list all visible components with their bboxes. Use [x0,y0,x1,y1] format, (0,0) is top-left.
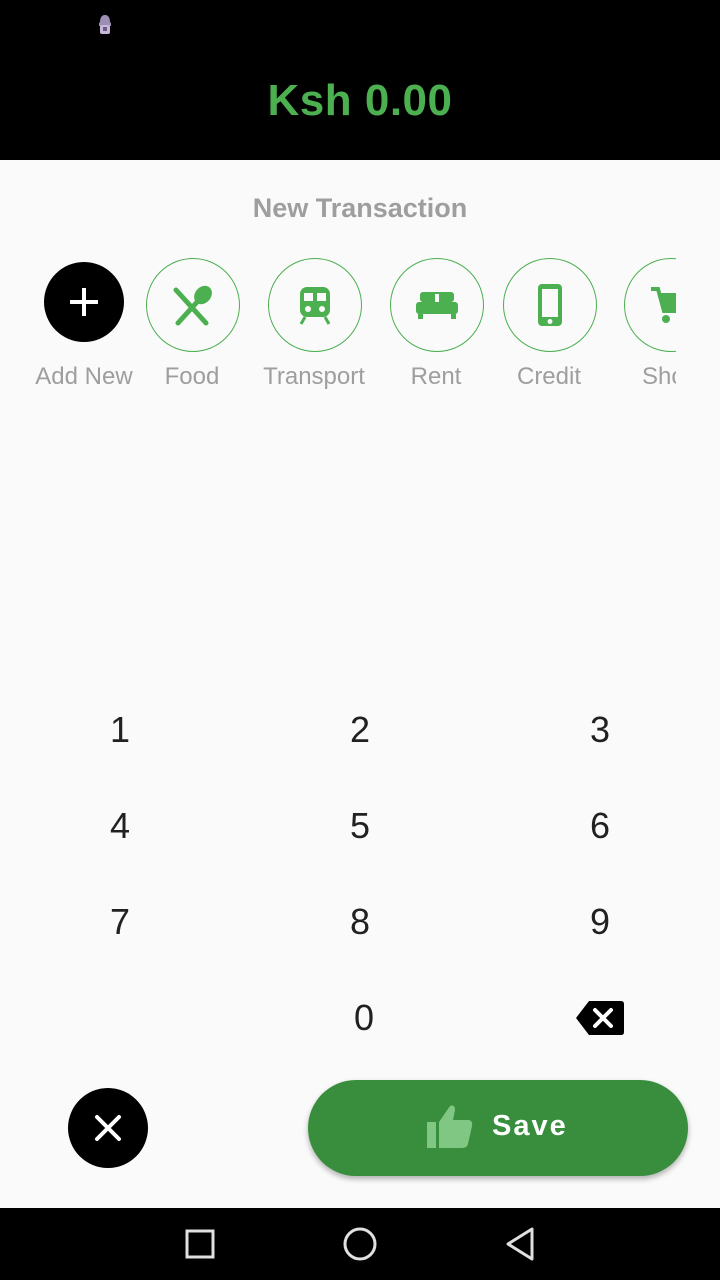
page-title: New Transaction [252,193,468,223]
home-icon [343,1227,377,1261]
category-label: Shop [641,363,676,390]
category-label: Food [164,363,220,390]
category-rent[interactable]: Rent [371,250,501,400]
notification-icon [99,15,111,34]
category-shop[interactable]: Shop [605,250,676,400]
key-0[interactable]: 0 [244,970,484,1066]
key-7[interactable]: 7 [0,874,240,970]
train-icon [268,258,362,352]
balance-amount: Ksh 0.00 [267,76,453,125]
recent-apps-button[interactable] [180,1226,220,1262]
recent-apps-icon [185,1229,215,1259]
key-2[interactable]: 2 [240,682,480,778]
key-4[interactable]: 4 [0,778,240,874]
key-8[interactable]: 8 [240,874,480,970]
category-label: Credit [516,363,582,390]
back-button[interactable] [500,1226,540,1262]
restaurant-icon [146,258,240,352]
back-icon [506,1227,534,1261]
category-label: Rent [410,363,462,390]
phone-icon [503,258,597,352]
backspace-icon [576,1001,624,1035]
category-transport[interactable]: Transport [249,250,379,400]
key-6[interactable]: 6 [480,778,720,874]
save-button[interactable]: Save [308,1080,688,1176]
bed-icon [390,258,484,352]
category-food[interactable]: Food [127,250,257,400]
category-label: Transport [263,363,365,390]
cancel-button[interactable] [68,1088,148,1168]
category-list: Add New Food Transport Rent Credit Sh [0,250,676,410]
app-header: Ksh 0.00 [0,0,720,160]
close-icon [95,1115,121,1141]
plus-icon [44,262,124,342]
backspace-button[interactable] [480,970,720,1066]
save-label: Save [492,1110,568,1142]
key-1[interactable]: 1 [0,682,240,778]
system-navigation-bar [0,1208,720,1280]
key-5[interactable]: 5 [240,778,480,874]
key-3[interactable]: 3 [480,682,720,778]
number-keypad: 1 2 3 4 5 6 7 8 9 0 [0,680,720,1064]
thumbs-up-icon [427,1105,473,1148]
cart-icon [624,258,676,352]
home-button[interactable] [340,1226,380,1262]
category-credit[interactable]: Credit [484,250,614,400]
key-9[interactable]: 9 [480,874,720,970]
